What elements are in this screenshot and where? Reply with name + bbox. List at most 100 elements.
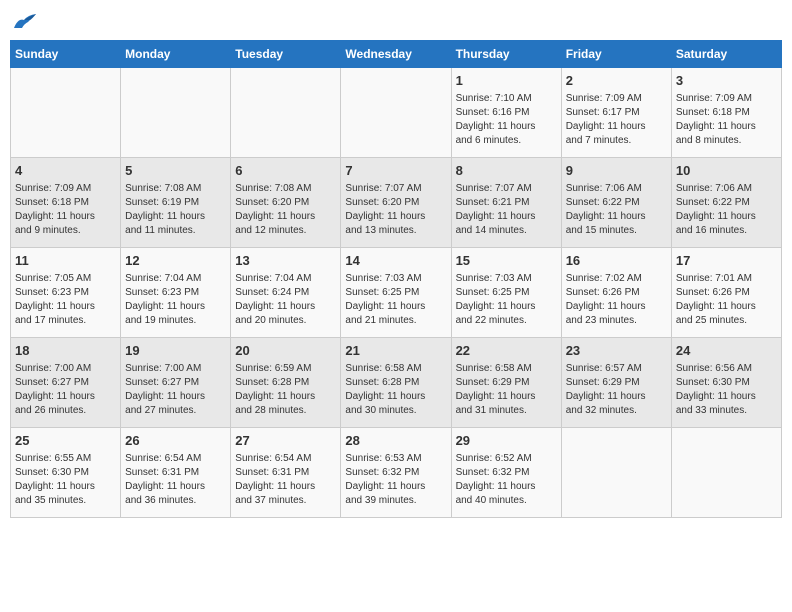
calendar-day-cell: 8Sunrise: 7:07 AM Sunset: 6:21 PM Daylig… <box>451 158 561 248</box>
day-info: Sunrise: 6:58 AM Sunset: 6:28 PM Dayligh… <box>345 362 446 418</box>
day-number: 9 <box>566 162 667 180</box>
day-number: 2 <box>566 72 667 90</box>
day-number: 18 <box>15 342 116 360</box>
day-number: 23 <box>566 342 667 360</box>
weekday-header: Saturday <box>671 41 781 68</box>
calendar-day-cell <box>11 68 121 158</box>
calendar-week-row: 18 Sunrise: 7:00 AM Sunset: 6:27 PM Dayli… <box>11 338 782 428</box>
calendar-day-cell: 20Sunrise: 6:59 AM Sunset: 6:28 PM Dayli… <box>231 338 341 428</box>
calendar-day-cell: 5 Sunrise: 7:08 AM Sunset: 6:19 PM Daylig… <box>121 158 231 248</box>
day-info: Sunrise: 6:53 AM Sunset: 6:32 PM Dayligh… <box>345 452 446 508</box>
day-info: Sunrise: 6:55 AM Sunset: 6:30 PM Dayligh… <box>15 452 116 508</box>
day-info: Sunrise: 7:08 AM Sunset: 6:20 PM Dayligh… <box>235 182 336 238</box>
day-number: 12 <box>125 252 226 270</box>
calendar-day-cell: 21 Sunrise: 6:58 AM Sunset: 6:28 PM Dayli… <box>341 338 451 428</box>
day-info: Sunrise: 7:04 AM Sunset: 6:23 PM Dayligh… <box>125 272 226 328</box>
logo-icon <box>10 10 38 32</box>
calendar-week-row: 11Sunrise: 7:05 AM Sunset: 6:23 PM Dayli… <box>11 248 782 338</box>
day-number: 11 <box>15 252 116 270</box>
calendar-day-cell: 18 Sunrise: 7:00 AM Sunset: 6:27 PM Dayli… <box>11 338 121 428</box>
calendar-day-cell: 28 Sunrise: 6:53 AM Sunset: 6:32 PM Dayli… <box>341 428 451 518</box>
day-info: Sunrise: 6:52 AM Sunset: 6:32 PM Dayligh… <box>456 452 557 508</box>
day-number: 4 <box>15 162 116 180</box>
calendar-day-cell: 23 Sunrise: 6:57 AM Sunset: 6:29 PM Dayli… <box>561 338 671 428</box>
calendar-day-cell: 4 Sunrise: 7:09 AM Sunset: 6:18 PM Daylig… <box>11 158 121 248</box>
day-number: 6 <box>235 162 336 180</box>
calendar-day-cell: 29 Sunrise: 6:52 AM Sunset: 6:32 PM Dayli… <box>451 428 561 518</box>
day-number: 3 <box>676 72 777 90</box>
weekday-header: Wednesday <box>341 41 451 68</box>
day-number: 5 <box>125 162 226 180</box>
day-info: Sunrise: 7:03 AM Sunset: 6:25 PM Dayligh… <box>456 272 557 328</box>
calendar-day-cell: 14 Sunrise: 7:03 AM Sunset: 6:25 PM Dayli… <box>341 248 451 338</box>
calendar-day-cell: 2 Sunrise: 7:09 AM Sunset: 6:17 PM Daylig… <box>561 68 671 158</box>
day-number: 25 <box>15 432 116 450</box>
calendar-day-cell <box>671 428 781 518</box>
day-info: Sunrise: 7:04 AM Sunset: 6:24 PM Dayligh… <box>235 272 336 328</box>
logo <box>10 10 42 32</box>
weekday-header: Tuesday <box>231 41 341 68</box>
day-info: Sunrise: 7:01 AM Sunset: 6:26 PM Dayligh… <box>676 272 777 328</box>
calendar-week-row: 25 Sunrise: 6:55 AM Sunset: 6:30 PM Dayli… <box>11 428 782 518</box>
day-number: 1 <box>456 72 557 90</box>
calendar-day-cell <box>121 68 231 158</box>
calendar-day-cell: 15 Sunrise: 7:03 AM Sunset: 6:25 PM Dayli… <box>451 248 561 338</box>
day-number: 26 <box>125 432 226 450</box>
calendar-day-cell: 17 Sunrise: 7:01 AM Sunset: 6:26 PM Dayli… <box>671 248 781 338</box>
day-info: Sunrise: 7:07 AM Sunset: 6:20 PM Dayligh… <box>345 182 446 238</box>
weekday-header: Thursday <box>451 41 561 68</box>
day-number: 28 <box>345 432 446 450</box>
calendar-day-cell: 16 Sunrise: 7:02 AM Sunset: 6:26 PM Dayli… <box>561 248 671 338</box>
day-info: Sunrise: 6:54 AM Sunset: 6:31 PM Dayligh… <box>125 452 226 508</box>
day-number: 17 <box>676 252 777 270</box>
page-header <box>10 10 782 32</box>
day-number: 15 <box>456 252 557 270</box>
calendar-table: SundayMondayTuesdayWednesdayThursdayFrid… <box>10 40 782 518</box>
calendar-day-cell: 3 Sunrise: 7:09 AM Sunset: 6:18 PM Daylig… <box>671 68 781 158</box>
calendar-day-cell: 6 Sunrise: 7:08 AM Sunset: 6:20 PM Daylig… <box>231 158 341 248</box>
day-number: 29 <box>456 432 557 450</box>
day-info: Sunrise: 6:57 AM Sunset: 6:29 PM Dayligh… <box>566 362 667 418</box>
weekday-header-row: SundayMondayTuesdayWednesdayThursdayFrid… <box>11 41 782 68</box>
calendar-day-cell: 25 Sunrise: 6:55 AM Sunset: 6:30 PM Dayli… <box>11 428 121 518</box>
calendar-day-cell: 12 Sunrise: 7:04 AM Sunset: 6:23 PM Dayli… <box>121 248 231 338</box>
day-info: Sunrise: 7:03 AM Sunset: 6:25 PM Dayligh… <box>345 272 446 328</box>
day-number: 19 <box>125 342 226 360</box>
calendar-day-cell: 26 Sunrise: 6:54 AM Sunset: 6:31 PM Dayli… <box>121 428 231 518</box>
day-info: Sunrise: 7:08 AM Sunset: 6:19 PM Dayligh… <box>125 182 226 238</box>
day-info: Sunrise: 7:06 AM Sunset: 6:22 PM Dayligh… <box>566 182 667 238</box>
day-info: Sunrise: 6:54 AM Sunset: 6:31 PM Dayligh… <box>235 452 336 508</box>
day-number: 14 <box>345 252 446 270</box>
day-info: Sunrise: 7:06 AM Sunset: 6:22 PM Dayligh… <box>676 182 777 238</box>
weekday-header: Friday <box>561 41 671 68</box>
calendar-day-cell: 27 Sunrise: 6:54 AM Sunset: 6:31 PM Dayli… <box>231 428 341 518</box>
day-info: Sunrise: 6:58 AM Sunset: 6:29 PM Dayligh… <box>456 362 557 418</box>
day-info: Sunrise: 7:09 AM Sunset: 6:18 PM Dayligh… <box>15 182 116 238</box>
day-number: 21 <box>345 342 446 360</box>
calendar-day-cell: 1Sunrise: 7:10 AM Sunset: 6:16 PM Daylig… <box>451 68 561 158</box>
weekday-header: Monday <box>121 41 231 68</box>
calendar-day-cell: 13 Sunrise: 7:04 AM Sunset: 6:24 PM Dayli… <box>231 248 341 338</box>
calendar-day-cell: 24Sunrise: 6:56 AM Sunset: 6:30 PM Dayli… <box>671 338 781 428</box>
day-number: 13 <box>235 252 336 270</box>
calendar-day-cell: 22 Sunrise: 6:58 AM Sunset: 6:29 PM Dayli… <box>451 338 561 428</box>
day-info: Sunrise: 7:09 AM Sunset: 6:17 PM Dayligh… <box>566 92 667 148</box>
weekday-header: Sunday <box>11 41 121 68</box>
day-number: 8 <box>456 162 557 180</box>
day-number: 27 <box>235 432 336 450</box>
day-info: Sunrise: 7:09 AM Sunset: 6:18 PM Dayligh… <box>676 92 777 148</box>
calendar-day-cell: 7Sunrise: 7:07 AM Sunset: 6:20 PM Daylig… <box>341 158 451 248</box>
day-info: Sunrise: 7:02 AM Sunset: 6:26 PM Dayligh… <box>566 272 667 328</box>
calendar-day-cell <box>561 428 671 518</box>
calendar-week-row: 4 Sunrise: 7:09 AM Sunset: 6:18 PM Daylig… <box>11 158 782 248</box>
calendar-day-cell: 9 Sunrise: 7:06 AM Sunset: 6:22 PM Daylig… <box>561 158 671 248</box>
day-info: Sunrise: 7:00 AM Sunset: 6:27 PM Dayligh… <box>125 362 226 418</box>
day-number: 10 <box>676 162 777 180</box>
day-number: 22 <box>456 342 557 360</box>
calendar-week-row: 1Sunrise: 7:10 AM Sunset: 6:16 PM Daylig… <box>11 68 782 158</box>
day-number: 16 <box>566 252 667 270</box>
calendar-day-cell <box>341 68 451 158</box>
day-number: 24 <box>676 342 777 360</box>
calendar-day-cell: 19 Sunrise: 7:00 AM Sunset: 6:27 PM Dayli… <box>121 338 231 428</box>
day-info: Sunrise: 7:00 AM Sunset: 6:27 PM Dayligh… <box>15 362 116 418</box>
